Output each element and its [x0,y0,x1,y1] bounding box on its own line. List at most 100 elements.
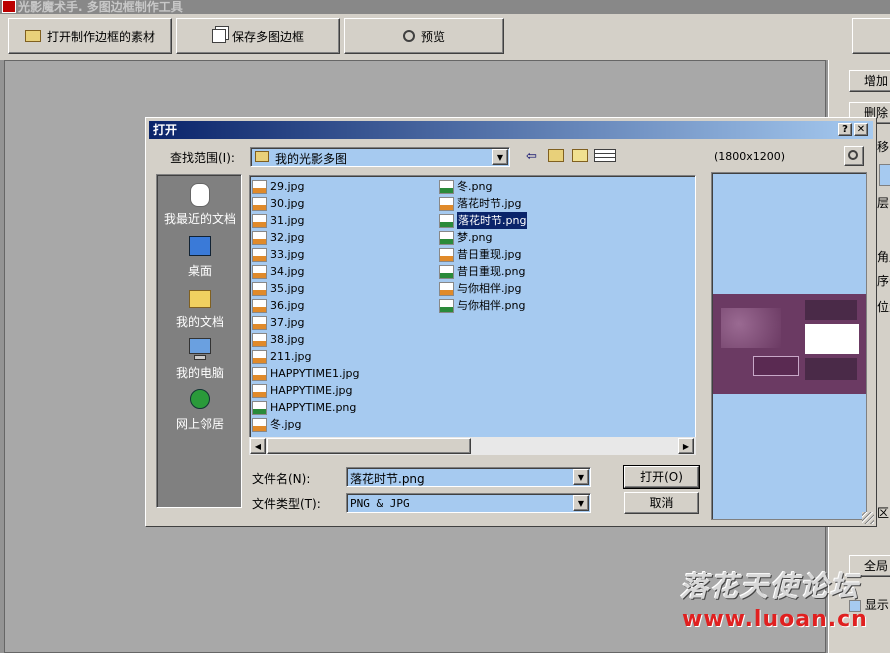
file-item[interactable]: 落花时节.jpg [439,195,639,212]
places-bar: 我最近的文档 桌面 我的文档 我的电脑 网上邻居 [156,174,242,508]
file-item[interactable]: 32.jpg [252,229,432,246]
png-file-icon [439,264,454,279]
layer-label: 层 [877,196,890,210]
scroll-thumb[interactable] [267,438,471,454]
file-item[interactable]: 昔日重现.jpg [439,246,639,263]
app-icon [2,0,16,13]
jpg-file-icon [439,247,454,262]
jpg-file-icon [439,196,454,211]
file-item[interactable]: 冬.jpg [252,416,432,433]
file-name: 38.jpg [270,333,305,346]
cancel-button[interactable]: 取消 [624,492,699,514]
help-button[interactable]: ? [838,123,852,136]
horizontal-scrollbar[interactable]: ◀ ▶ [249,437,696,455]
jpg-file-icon [252,366,267,381]
file-name: 与你相伴.png [457,299,526,312]
file-name: 31.jpg [270,214,305,227]
toolbar-extra-button[interactable] [852,18,890,54]
scroll-right-icon[interactable]: ▶ [678,438,694,454]
jpg-file-icon [439,281,454,296]
view-menu-icon[interactable] [594,149,616,162]
file-name: 昔日重现.png [457,265,526,278]
file-name: 34.jpg [270,265,305,278]
up-folder-icon[interactable] [548,149,564,162]
open-material-button[interactable]: 打开制作边框的素材 [8,18,172,54]
region-label: 区 [877,506,890,520]
file-item[interactable]: 30.jpg [252,195,432,212]
file-item[interactable]: 与你相伴.jpg [439,280,639,297]
my-documents-icon [186,284,214,312]
filename-label: 文件名(N): [252,472,311,486]
filename-combo[interactable]: 落花时节.png ▼ [346,467,591,487]
file-name: 36.jpg [270,299,305,312]
move-label: 移 [877,140,890,154]
file-item[interactable]: 211.jpg [252,348,432,365]
file-column-2: 冬.png 落花时节.jpg 落花时节.png 梦.png 昔日重现.jpg 昔日重现.p… [439,178,639,314]
preview-thumbnail [713,294,866,394]
save-border-button[interactable]: 保存多图边框 [176,18,340,54]
lookin-label: 查找范围(I): [170,151,235,165]
app-title-bar: 光影魔术手. 多图边框制作工具 [0,0,890,14]
layer-field[interactable] [879,164,890,186]
file-name: 落花时节.jpg [457,197,522,210]
jpg-file-icon [252,264,267,279]
file-item[interactable]: HAPPYTIME.jpg [252,382,432,399]
window-title: 光影魔术手. 多图边框制作工具 [18,0,183,14]
add-button[interactable]: 增加 [849,70,890,92]
file-item[interactable]: 梦.png [439,229,639,246]
preview-button[interactable]: 预览 [344,18,504,54]
file-item[interactable]: 34.jpg [252,263,432,280]
jpg-file-icon [252,315,267,330]
chevron-down-icon[interactable]: ▼ [573,495,589,511]
desktop-icon [186,233,214,261]
file-item[interactable]: 33.jpg [252,246,432,263]
file-item[interactable]: 37.jpg [252,314,432,331]
back-arrow-icon[interactable]: ⇦ [526,149,537,164]
file-name: 冬.png [457,180,493,193]
filetype-combo[interactable]: PNG & JPG ▼ [346,493,591,513]
file-item[interactable]: 31.jpg [252,212,432,229]
network-icon [186,386,214,414]
file-name: 落花时节.png [457,212,528,229]
file-item[interactable]: 36.jpg [252,297,432,314]
resize-grip-icon[interactable] [862,512,874,524]
jpg-file-icon [252,298,267,313]
jpg-file-icon [252,213,267,228]
chevron-down-icon[interactable]: ▼ [573,469,589,485]
file-name: 与你相伴.jpg [457,282,522,295]
position-label: 位置 [877,300,890,314]
folder-icon [255,151,269,162]
angle-label: 角度 [877,250,890,264]
close-button[interactable]: ✕ [854,123,868,136]
jpg-file-icon [252,417,267,432]
file-name: HAPPYTIME1.jpg [270,367,360,380]
chevron-down-icon[interactable]: ▼ [492,149,508,165]
place-network[interactable]: 网上邻居 [157,386,243,432]
lookin-combo[interactable]: 我的光影多图 ▼ [250,147,510,167]
file-item[interactable]: HAPPYTIME.png [252,399,432,416]
file-name: 35.jpg [270,282,305,295]
scroll-left-icon[interactable]: ◀ [250,438,266,454]
file-item[interactable]: HAPPYTIME1.jpg [252,365,432,382]
file-item[interactable]: 与你相伴.png [439,297,639,314]
magnifier-icon[interactable] [844,146,864,166]
file-item[interactable]: 35.jpg [252,280,432,297]
file-name: HAPPYTIME.png [270,401,357,414]
file-item[interactable]: 昔日重现.png [439,263,639,280]
new-folder-icon[interactable] [572,149,588,162]
file-item[interactable]: 29.jpg [252,178,432,195]
place-my-documents[interactable]: 我的文档 [157,284,243,330]
file-item[interactable]: 冬.png [439,178,639,195]
file-name: 37.jpg [270,316,305,329]
png-file-icon [439,230,454,245]
place-recent[interactable]: 我最近的文档 [157,181,243,227]
file-item[interactable]: 落花时节.png [439,212,639,229]
file-name: 冬.jpg [270,418,302,431]
place-desktop[interactable]: 桌面 [157,233,243,279]
place-my-computer[interactable]: 我的电脑 [157,335,243,381]
dialog-title: 打开 [153,123,178,137]
png-file-icon [439,298,454,313]
open-button[interactable]: 打开(O) [623,465,700,489]
file-item[interactable]: 38.jpg [252,331,432,348]
file-name: HAPPYTIME.jpg [270,384,353,397]
